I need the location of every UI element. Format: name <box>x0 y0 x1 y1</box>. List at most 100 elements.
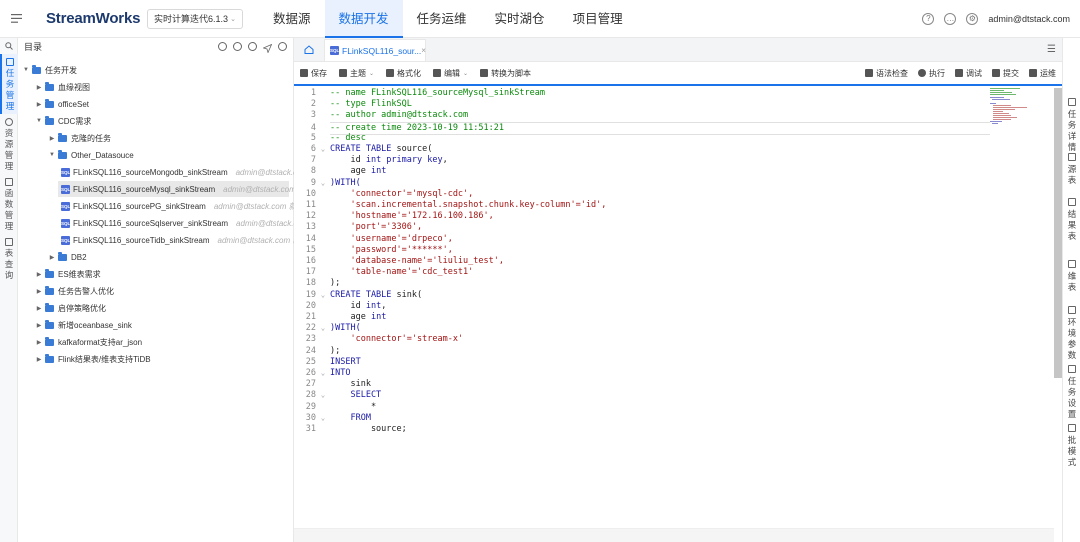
close-icon[interactable]: × <box>421 46 426 55</box>
rail-item-batch-mode[interactable]: 批模式 <box>1063 424 1080 468</box>
caret-right-icon[interactable]: ▶ <box>35 322 43 329</box>
caret-right-icon[interactable]: ▶ <box>35 84 43 91</box>
fold-chevron-icon[interactable]: ⌄ <box>316 290 330 301</box>
tree-folder-item[interactable]: ▼ CDC需求 <box>35 113 289 129</box>
fold-chevron-icon[interactable]: ⌄ <box>316 178 330 189</box>
more-icon[interactable] <box>248 41 257 51</box>
sidebar-item-table-query[interactable]: 表查询 <box>0 234 18 283</box>
rail-item-task-settings[interactable]: 任务设置 <box>1063 365 1080 420</box>
horizontal-scrollbar[interactable] <box>294 528 1054 542</box>
save-button[interactable]: 保存 <box>300 68 327 79</box>
directory-tree-panel: 目录 ▼ 任务开发 ▶ 血缘视图 ▶ officeSet ▼ CDC需求 ▶ 克隆的任务 ▼ Othe… <box>18 38 307 542</box>
caret-down-icon[interactable]: ▼ <box>22 67 30 73</box>
ops-button[interactable]: 运维 <box>1029 68 1056 79</box>
tree-task-item[interactable]: SQL FLinkSQL116_sourceMongodb_sinkStream a… <box>61 164 304 180</box>
tab-menu-icon[interactable]: ☰ <box>1047 44 1056 55</box>
edit-button[interactable]: 编辑 ⌄ <box>433 68 468 79</box>
nav-item-project-mgmt[interactable]: 项目管理 <box>559 0 637 38</box>
theme-button[interactable]: 主题 ⌄ <box>339 68 374 79</box>
syntax-check-button[interactable]: 语法检查 <box>865 68 908 79</box>
debug-button[interactable]: 调试 <box>955 68 982 79</box>
folder-icon <box>32 64 41 74</box>
rail-item-dim-table[interactable]: 维表 <box>1063 260 1080 293</box>
code-editor[interactable]: 1 -- name FLinkSQL116_sourceMysql_sinkStr… <box>294 88 1054 542</box>
tree-task-item[interactable]: SQL FLinkSQL116_sourceTidb_sinkStream admi… <box>61 232 307 248</box>
fold-chevron-icon[interactable]: ⌄ <box>316 368 330 379</box>
tree-folder-item[interactable]: ▶ 血缘视图 <box>35 79 289 95</box>
submit-button[interactable]: 提交 <box>992 68 1019 79</box>
sidebar-item-function-mgmt[interactable]: 函数管理 <box>0 174 18 234</box>
rail-item-result-table[interactable]: 结果表 <box>1063 198 1080 242</box>
rail-item-task-detail[interactable]: 任务详情 <box>1063 98 1080 153</box>
tree-folder-item[interactable]: ▶ 新增oceanbase_sink <box>35 317 289 333</box>
tree-folder-item[interactable]: ▶ officeSet <box>35 96 289 112</box>
nav-item-datasource[interactable]: 数据源 <box>259 0 325 38</box>
help-icon[interactable]: ? <box>922 13 935 25</box>
caret-right-icon[interactable]: ▶ <box>35 356 43 363</box>
tree-folder-item[interactable]: ▶ ES维表需求 <box>35 266 289 282</box>
caret-right-icon[interactable]: ▶ <box>48 135 56 142</box>
tree-folder-item[interactable]: ▶ Flink结果表/维表支持TiDB <box>35 351 289 367</box>
fold-chevron-icon[interactable]: ⌄ <box>316 390 330 401</box>
tree-folder-item[interactable]: ▶ DB2 <box>48 249 289 265</box>
tree-item-label: officeSet <box>58 99 89 109</box>
tree-task-item[interactable]: SQL FLinkSQL116_sourceSqlserver_sinkStrea… <box>61 215 304 231</box>
convert-script-button[interactable]: 转换为脚本 <box>480 68 531 79</box>
tree-folder-item[interactable]: ▶ 启停策略优化 <box>35 300 289 316</box>
tree-folder-item[interactable]: ▶ 克隆的任务 <box>48 130 289 146</box>
caret-right-icon[interactable]: ▶ <box>48 254 56 261</box>
debug-icon <box>955 69 963 77</box>
rail-item-env-params[interactable]: 环境参数 <box>1063 306 1080 361</box>
fold-chevron-icon[interactable]: ⌄ <box>316 323 330 334</box>
code-line: 19 ⌄ CREATE TABLE sink( <box>294 290 994 301</box>
menu-icon[interactable] <box>0 0 32 38</box>
file-tab[interactable]: SQL FLinkSQL116_sour... × <box>324 39 426 61</box>
message-icon[interactable]: … <box>944 13 957 25</box>
tree-task-item[interactable]: SQL FLinkSQL116_sourcePG_sinkStream admin@… <box>61 198 303 214</box>
send-icon[interactable] <box>262 42 273 54</box>
tree-task-item[interactable]: SQL FLinkSQL116_sourceMysql_sinkStream adm… <box>58 181 296 197</box>
edit-label: 编辑 <box>444 68 461 78</box>
refresh-icon[interactable] <box>233 41 242 51</box>
app-logo[interactable]: StreamWorks <box>40 10 140 28</box>
user-account[interactable]: admin@dtstack.com <box>988 14 1070 24</box>
nav-item-task-ops[interactable]: 任务运维 <box>403 0 481 38</box>
gear-icon[interactable]: ⚙ <box>966 13 979 25</box>
code-line: 22 ⌄)WITH( <box>294 323 994 334</box>
sql-file-icon: SQL <box>61 184 71 194</box>
sidebar-item-resource-mgmt[interactable]: 资源管理 <box>0 114 18 174</box>
task-settings-icon <box>1068 365 1076 373</box>
tree-folder-item[interactable]: ▼ Other_Datasouce <box>48 147 289 163</box>
caret-right-icon[interactable]: ▶ <box>35 288 43 295</box>
run-button[interactable]: 执行 <box>918 68 945 79</box>
tree-folder-item[interactable]: ▼ 任务开发 <box>22 62 289 78</box>
sidebar-item-task-mgmt[interactable]: 任务管理 <box>0 54 18 114</box>
caret-down-icon[interactable]: ▼ <box>35 118 43 124</box>
code-token: int <box>370 166 387 177</box>
code-line: 16 'database-name'='liuliu_test', <box>294 256 994 267</box>
caret-down-icon[interactable]: ▼ <box>48 152 56 158</box>
code-line: 20 id int, <box>294 301 994 312</box>
fold-chevron-icon[interactable]: ⌄ <box>316 413 330 424</box>
fold-chevron-icon[interactable]: ⌄ <box>316 144 330 155</box>
caret-right-icon[interactable]: ▶ <box>35 101 43 108</box>
caret-right-icon[interactable]: ▶ <box>35 305 43 312</box>
nav-item-data-dev[interactable]: 数据开发 <box>324 0 403 38</box>
tree-folder-item[interactable]: ▶ 任务告警人优化 <box>35 283 289 299</box>
code-minimap[interactable] <box>990 88 1054 126</box>
code-line: 30 ⌄ FROM <box>294 413 994 424</box>
tree-folder-item[interactable]: ▶ kafkaformat支持ar_json <box>35 334 289 350</box>
rail-item-source-table[interactable]: 源表 <box>1063 153 1080 186</box>
locate-icon[interactable] <box>218 41 227 51</box>
search-icon[interactable] <box>0 38 17 54</box>
nav-item-lakehouse[interactable]: 实时湖仓 <box>481 0 559 38</box>
caret-right-icon[interactable]: ▶ <box>35 271 43 278</box>
project-select[interactable]: 实时计算迭代6.1.3 ⌄ <box>147 8 243 29</box>
save-label: 保存 <box>311 68 327 78</box>
add-icon[interactable] <box>278 41 287 51</box>
rail-item-label: 任务详情 <box>1067 109 1077 152</box>
format-button[interactable]: 格式化 <box>386 68 421 79</box>
vertical-scrollbar[interactable] <box>1054 88 1062 378</box>
caret-right-icon[interactable]: ▶ <box>35 339 43 346</box>
home-tab[interactable] <box>294 37 324 61</box>
